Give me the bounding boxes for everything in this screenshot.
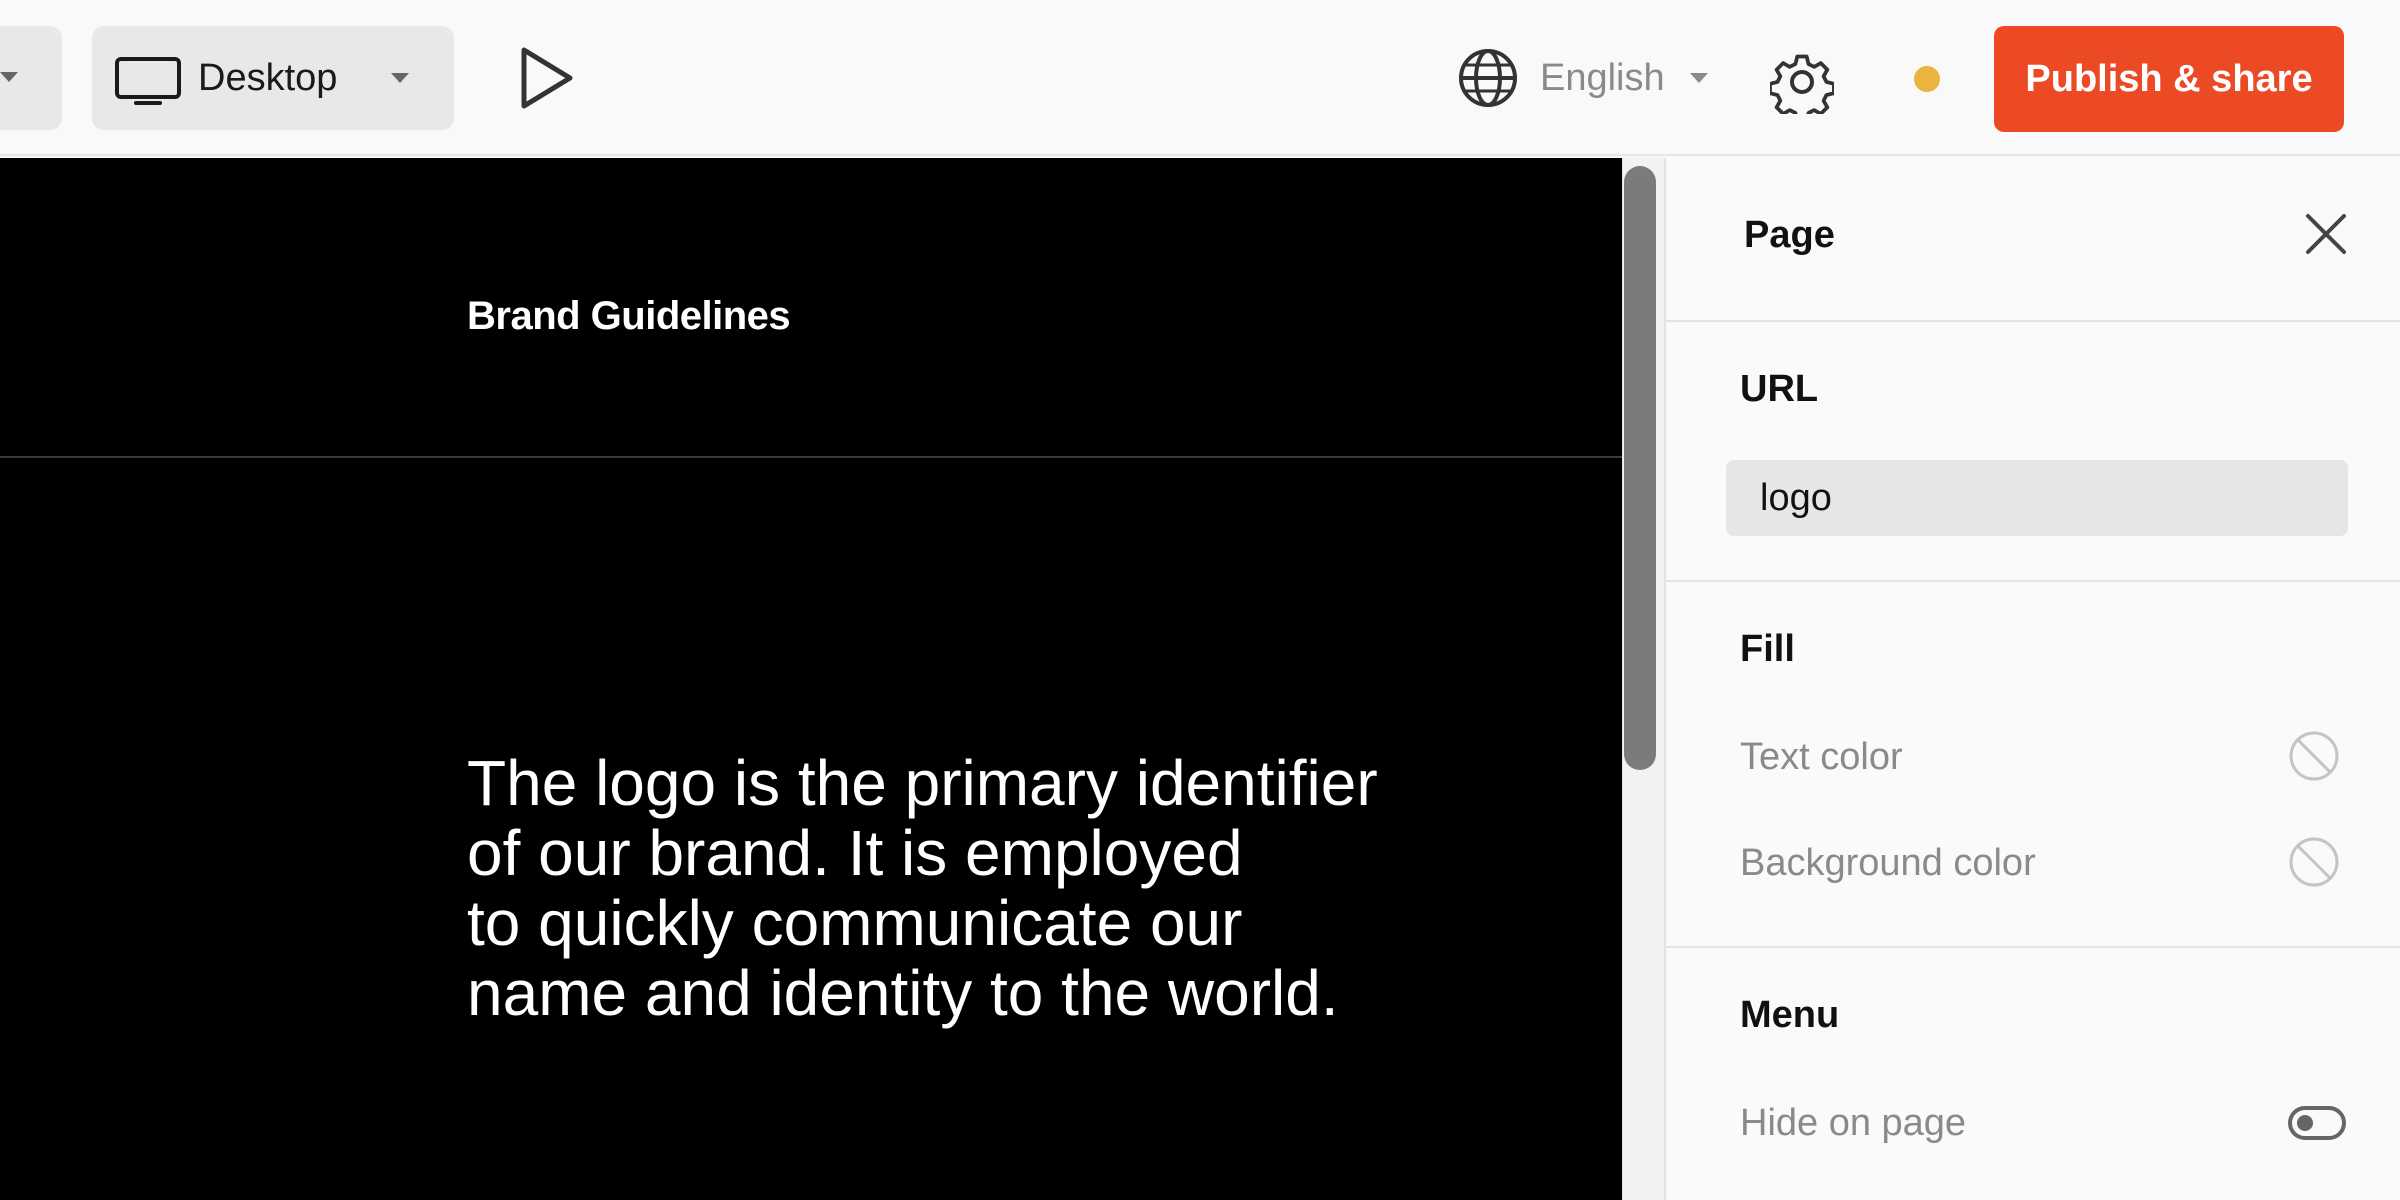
background-color-label: Background color <box>1740 842 2036 884</box>
chevron-down-icon <box>1690 73 1708 83</box>
body-text-block[interactable]: The logo is the primary identifier of ou… <box>467 748 1507 1028</box>
device-select[interactable]: Desktop <box>92 26 454 130</box>
page-properties-panel: Page URL Fill Text color Background colo… <box>1664 158 2400 1200</box>
toggle-knob <box>2297 1115 2313 1131</box>
header-divider <box>0 456 1622 458</box>
publish-share-button[interactable]: Publish & share <box>1994 26 2344 132</box>
body-text-line: of our brand. It is employed <box>467 817 1243 889</box>
hide-on-page-label: Hide on page <box>1740 1102 1967 1144</box>
text-color-label: Text color <box>1740 736 1903 778</box>
body-text-line: to quickly communicate our <box>467 887 1243 959</box>
chevron-down-icon <box>0 72 18 82</box>
panel-divider <box>1666 580 2400 582</box>
status-dot <box>1914 66 1940 92</box>
menu-section-title: Menu <box>1740 994 1840 1036</box>
top-toolbar: Desktop English Publish & share <box>0 0 2400 156</box>
panel-title: Page <box>1744 214 1835 256</box>
body-text-line: name and identity to the world. <box>467 957 1339 1029</box>
gear-icon[interactable] <box>1770 50 1834 114</box>
device-select-label: Desktop <box>198 57 338 99</box>
language-select[interactable]: English <box>1450 42 1720 114</box>
globe-icon <box>1459 49 1517 107</box>
site-title[interactable]: Brand Guidelines <box>467 294 791 339</box>
url-section-title: URL <box>1740 368 1819 410</box>
page-canvas[interactable]: Brand Guidelines The logo is the primary… <box>0 158 1622 1200</box>
monitor-icon <box>115 57 181 105</box>
close-icon[interactable] <box>2300 208 2352 260</box>
play-icon[interactable] <box>510 42 580 114</box>
background-color-none-swatch[interactable] <box>2288 836 2340 888</box>
chevron-down-icon <box>391 73 409 83</box>
url-input[interactable] <box>1726 460 2348 536</box>
panel-divider <box>1666 946 2400 948</box>
hide-on-page-toggle[interactable] <box>2288 1106 2346 1140</box>
body-text-line: The logo is the primary identifier <box>467 747 1378 819</box>
panel-divider <box>1666 320 2400 322</box>
text-color-none-swatch[interactable] <box>2288 730 2340 782</box>
fill-section-title: Fill <box>1740 628 1795 670</box>
language-select-label: English <box>1540 57 1665 99</box>
canvas-scrollbar-thumb[interactable] <box>1624 166 1656 770</box>
page-select-dropdown[interactable] <box>0 26 62 130</box>
